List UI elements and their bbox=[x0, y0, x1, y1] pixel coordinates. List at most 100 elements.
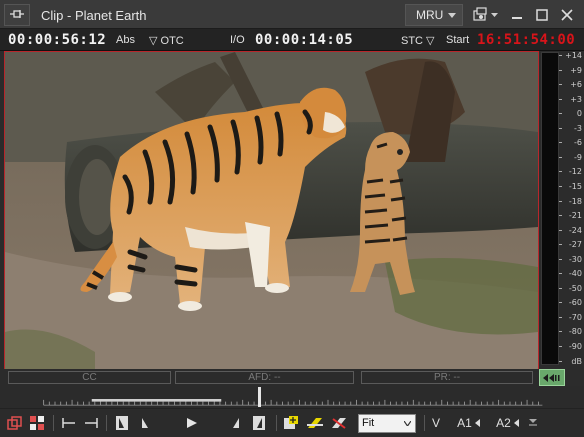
audio-2-button[interactable]: A2 bbox=[494, 413, 522, 433]
meter-label: +6 bbox=[570, 80, 582, 90]
scrub-bar[interactable] bbox=[0, 386, 584, 408]
meter-tick bbox=[559, 69, 562, 71]
next-frame-button[interactable] bbox=[251, 413, 267, 433]
position-mode[interactable]: Abs bbox=[116, 34, 135, 46]
meter-tick bbox=[559, 316, 562, 318]
chevron-left-icon bbox=[474, 419, 480, 427]
meter-tick bbox=[559, 113, 562, 115]
video-track-button[interactable]: V bbox=[429, 413, 443, 433]
meter-label: dB bbox=[571, 356, 582, 366]
afd-field: AFD: -- bbox=[175, 371, 354, 384]
scrub-ticks bbox=[43, 399, 543, 406]
meter-tick bbox=[559, 215, 562, 217]
step-forward-icon bbox=[253, 416, 265, 430]
mark-out-icon bbox=[85, 418, 98, 428]
forward-icon bbox=[233, 418, 239, 428]
video-viewer[interactable] bbox=[4, 51, 539, 386]
meter-tick bbox=[559, 346, 562, 347]
step-back-icon bbox=[116, 416, 128, 430]
separator bbox=[424, 415, 425, 431]
meter-label: -27 bbox=[568, 240, 582, 250]
position-source-dropdown[interactable]: ▽ OTC bbox=[149, 34, 184, 47]
meter-tick bbox=[559, 142, 562, 144]
title-bar: Clip - Planet Earth MRU bbox=[0, 0, 584, 29]
meter-label: -18 bbox=[568, 196, 582, 206]
meter-tick bbox=[559, 360, 562, 362]
meter-tick bbox=[559, 200, 562, 202]
meter-label: 0 bbox=[576, 109, 582, 119]
audio-2-label: A2 bbox=[496, 416, 511, 430]
cc-field: CC bbox=[8, 371, 171, 384]
minimize-icon bbox=[512, 17, 522, 19]
meter-label: -30 bbox=[568, 254, 582, 264]
previous-frame-button[interactable] bbox=[114, 413, 130, 433]
meter-tick bbox=[559, 331, 562, 333]
start-timecode: 16:51:54:00 bbox=[477, 32, 576, 48]
zoom-select[interactable]: Fit bbox=[358, 414, 416, 433]
meter-tick bbox=[559, 84, 562, 86]
playhead[interactable] bbox=[258, 387, 261, 407]
audio-meter-toggle-button[interactable] bbox=[539, 369, 565, 386]
meter-tick bbox=[559, 244, 562, 246]
marker-edit-button[interactable] bbox=[305, 413, 325, 433]
audio-1-button[interactable]: A1 bbox=[455, 413, 483, 433]
meter-label: -21 bbox=[568, 211, 582, 221]
meter-tick bbox=[559, 171, 562, 173]
add-marker-button[interactable] bbox=[283, 413, 299, 433]
mark-in-icon bbox=[62, 418, 75, 428]
meter-label: -6 bbox=[574, 138, 582, 148]
separator bbox=[106, 415, 107, 431]
minimize-button[interactable] bbox=[508, 5, 526, 25]
transport-toolbar: Fit V A1 A2 bbox=[0, 408, 584, 437]
audio-meter: +14 +9 +6 +3 0 -3 -6 -9 -12 -15 -18 -21 -24 -27 -30 -40… bbox=[539, 51, 584, 386]
meter-tick bbox=[559, 127, 562, 129]
meter-label: -40 bbox=[568, 269, 582, 279]
meter-tick bbox=[559, 156, 562, 158]
close-button[interactable] bbox=[558, 5, 576, 25]
reverse-icon bbox=[142, 418, 148, 428]
separator bbox=[276, 415, 277, 431]
meter-tick bbox=[559, 258, 562, 260]
play-reverse-button[interactable] bbox=[138, 413, 152, 433]
window-title: Clip - Planet Earth bbox=[41, 8, 147, 23]
audio-1-label: A1 bbox=[457, 416, 472, 430]
go-to-in-button[interactable] bbox=[60, 413, 78, 433]
duration-timecode: 00:00:14:05 bbox=[255, 32, 354, 48]
play-forward-slow-button[interactable] bbox=[229, 413, 243, 433]
meter-label: -80 bbox=[568, 327, 582, 337]
play-button[interactable] bbox=[184, 413, 200, 433]
go-to-out-button[interactable] bbox=[82, 413, 100, 433]
audio-meter-bar bbox=[541, 52, 559, 365]
marker-delete-button[interactable] bbox=[329, 413, 349, 433]
sync-button[interactable] bbox=[6, 413, 24, 433]
chevron-left-icon bbox=[513, 419, 519, 427]
timecode-bar: 00:00:56:12 Abs ▽ OTC I/O 00:00:14:05 ST… bbox=[0, 29, 584, 51]
pin-button[interactable] bbox=[4, 4, 30, 26]
add-marker-icon bbox=[284, 416, 298, 429]
meter-label: -15 bbox=[568, 181, 582, 191]
meter-label: -12 bbox=[568, 167, 582, 177]
settings-menu-button[interactable] bbox=[471, 5, 501, 25]
meter-tick bbox=[559, 302, 562, 304]
pin-icon bbox=[10, 10, 24, 18]
io-label: I/O bbox=[230, 34, 245, 46]
meter-tick bbox=[559, 229, 562, 231]
more-options-button[interactable] bbox=[527, 413, 539, 433]
sync-icon bbox=[7, 416, 22, 430]
status-row: CC AFD: -- PR: -- bbox=[4, 369, 539, 386]
start-label: Start bbox=[446, 34, 470, 46]
chevron-down-icon bbox=[448, 13, 456, 18]
stc-dropdown[interactable]: STC ▽ bbox=[401, 34, 435, 47]
meter-tick bbox=[559, 98, 562, 100]
settings-icon bbox=[473, 7, 498, 21]
video-track-label: V bbox=[431, 416, 440, 430]
safe-area-button[interactable] bbox=[28, 413, 46, 433]
mru-dropdown[interactable]: MRU bbox=[405, 4, 463, 26]
maximize-button[interactable] bbox=[533, 5, 551, 25]
meter-tick bbox=[559, 287, 562, 289]
separator bbox=[53, 415, 54, 431]
speaker-icon bbox=[543, 373, 560, 382]
marker-edit-icon bbox=[307, 418, 323, 428]
meter-label: -50 bbox=[568, 283, 582, 293]
chevron-down-icon bbox=[404, 421, 411, 426]
